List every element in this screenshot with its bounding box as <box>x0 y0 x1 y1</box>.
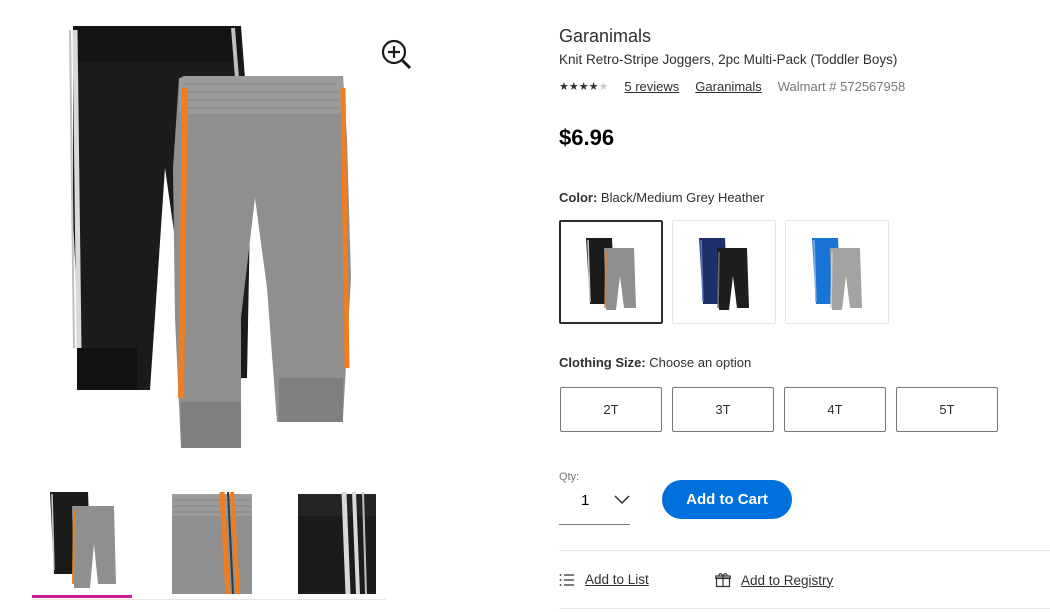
quantity-select[interactable]: 1 <box>559 482 630 525</box>
product-price: $6.96 <box>559 125 615 150</box>
size-button-2t[interactable]: 2T <box>560 387 662 432</box>
color-swatch-blue-grey[interactable] <box>785 220 889 324</box>
size-options: 2T 3T 4T 5T <box>560 387 998 432</box>
star-icon: ★ <box>559 80 569 93</box>
thumbnail-waist-closeup[interactable] <box>160 484 260 596</box>
gift-icon <box>715 573 731 588</box>
size-button-3t[interactable]: 3T <box>672 387 774 432</box>
add-to-list-label: Add to List <box>585 572 649 587</box>
color-swatch-navy-black[interactable] <box>672 220 776 324</box>
add-to-registry-button[interactable]: Add to Registry <box>715 572 833 588</box>
size-option-label: Clothing Size: Choose an option <box>559 355 751 370</box>
rating-stars: ★★★★★ <box>559 80 608 93</box>
add-to-registry-label: Add to Registry <box>741 572 834 588</box>
divider <box>559 550 1050 551</box>
color-option-label: Color: Black/Medium Grey Heather <box>559 190 764 205</box>
sku-number: Walmart # 572567958 <box>777 78 906 94</box>
color-swatch-black-grey[interactable] <box>559 220 663 324</box>
grey-jogger-image <box>173 76 351 448</box>
thumbnail-strip <box>32 484 386 600</box>
product-title: Knit Retro-Stripe Joggers, 2pc Multi-Pac… <box>559 52 898 67</box>
color-swatches <box>559 220 889 324</box>
thumbnail-stripe-closeup[interactable] <box>286 484 386 596</box>
thumbnail-pair-front[interactable] <box>32 484 132 598</box>
star-icon: ★ <box>568 80 579 93</box>
size-button-5t[interactable]: 5T <box>896 387 998 432</box>
color-label: Color: <box>559 190 598 205</box>
size-button-4t[interactable]: 4T <box>784 387 886 432</box>
zoom-in-icon[interactable] <box>380 38 412 70</box>
chevron-down-icon <box>614 495 630 505</box>
size-label: Clothing Size: <box>559 355 646 370</box>
add-to-cart-button[interactable]: Add to Cart <box>662 480 792 519</box>
add-to-list-button[interactable]: Add to List <box>559 572 649 587</box>
list-icon <box>559 573 574 586</box>
star-icon: ★ <box>578 80 589 93</box>
product-meta-row: ★★★★★ 5 reviews Garanimals Walmart # 572… <box>559 77 905 95</box>
brand-link[interactable]: Garanimals <box>695 79 761 94</box>
reviews-link[interactable]: 5 reviews <box>624 79 679 94</box>
size-value: Choose an option <box>649 355 752 370</box>
main-product-image[interactable] <box>45 18 375 458</box>
quantity-value: 1 <box>581 492 590 509</box>
star-empty-icon: ★ <box>598 80 609 93</box>
divider <box>559 608 1050 609</box>
color-value: Black/Medium Grey Heather <box>600 190 765 205</box>
product-brand: Garanimals <box>559 26 652 46</box>
star-icon: ★ <box>588 80 599 93</box>
